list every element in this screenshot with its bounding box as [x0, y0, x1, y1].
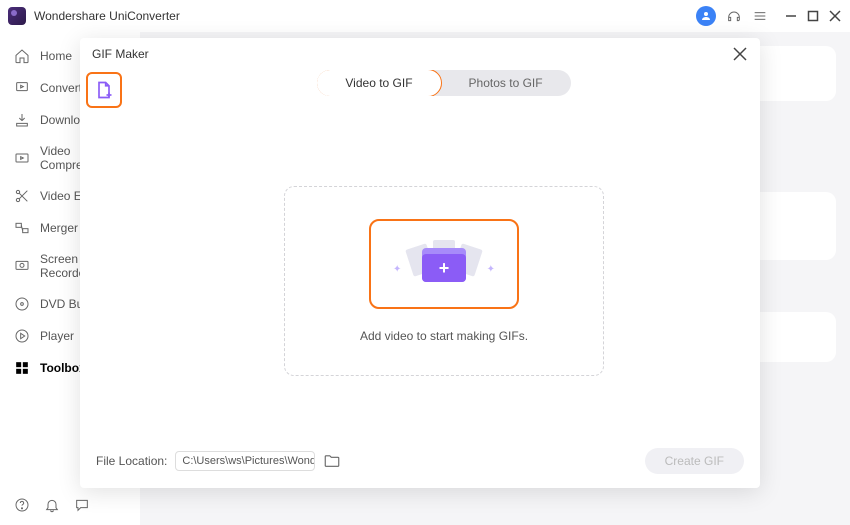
compressor-icon	[14, 150, 30, 166]
titlebar: Wondershare UniConverter	[0, 0, 850, 32]
create-gif-button[interactable]: Create GIF	[645, 448, 744, 474]
minimize-button[interactable]	[784, 9, 798, 23]
play-icon	[14, 328, 30, 344]
record-icon	[14, 258, 30, 274]
mode-tabs: Video to GIF Photos to GIF	[317, 70, 570, 96]
file-location-label: File Location:	[96, 454, 167, 468]
add-file-button[interactable]	[86, 72, 122, 108]
modal-title: GIF Maker	[92, 47, 149, 61]
gif-maker-modal: GIF Maker Video to GIF Photos to GIF	[80, 38, 760, 488]
converter-icon	[14, 80, 30, 96]
scissors-icon	[14, 188, 30, 204]
download-icon	[14, 112, 30, 128]
maximize-button[interactable]	[806, 9, 820, 23]
home-icon	[14, 48, 30, 64]
toolbox-icon	[14, 360, 30, 376]
notification-icon[interactable]	[44, 497, 60, 513]
app-title: Wondershare UniConverter	[34, 9, 696, 23]
add-folder-icon: + ✦ ✦	[399, 234, 489, 294]
sidebar-footer	[0, 485, 140, 525]
dropzone[interactable]: + ✦ ✦ Add video to start making GIFs.	[284, 186, 604, 376]
feedback-icon[interactable]	[74, 497, 90, 513]
menu-icon[interactable]	[752, 8, 768, 24]
tab-video-to-gif[interactable]: Video to GIF	[317, 70, 441, 96]
help-icon[interactable]	[14, 497, 30, 513]
dropzone-text: Add video to start making GIFs.	[360, 329, 528, 343]
app-logo-icon	[8, 7, 26, 25]
sidebar-item-label: Toolbox	[40, 361, 86, 375]
close-button[interactable]	[828, 9, 842, 23]
sidebar-item-label: Home	[40, 49, 72, 63]
add-video-button[interactable]: + ✦ ✦	[369, 219, 519, 309]
file-location-value: C:\Users\ws\Pictures\Wonders	[182, 455, 315, 467]
tab-photos-to-gif[interactable]: Photos to GIF	[441, 70, 571, 96]
disc-icon	[14, 296, 30, 312]
sidebar-item-label: Merger	[40, 221, 78, 235]
support-icon[interactable]	[726, 8, 742, 24]
file-location-select[interactable]: C:\Users\ws\Pictures\Wonders ▾	[175, 451, 315, 471]
file-add-icon	[94, 80, 114, 100]
open-folder-button[interactable]	[323, 452, 341, 470]
merger-icon	[14, 220, 30, 236]
sidebar-item-label: Player	[40, 329, 74, 343]
account-icon[interactable]	[696, 6, 716, 26]
modal-close-button[interactable]	[732, 46, 748, 62]
